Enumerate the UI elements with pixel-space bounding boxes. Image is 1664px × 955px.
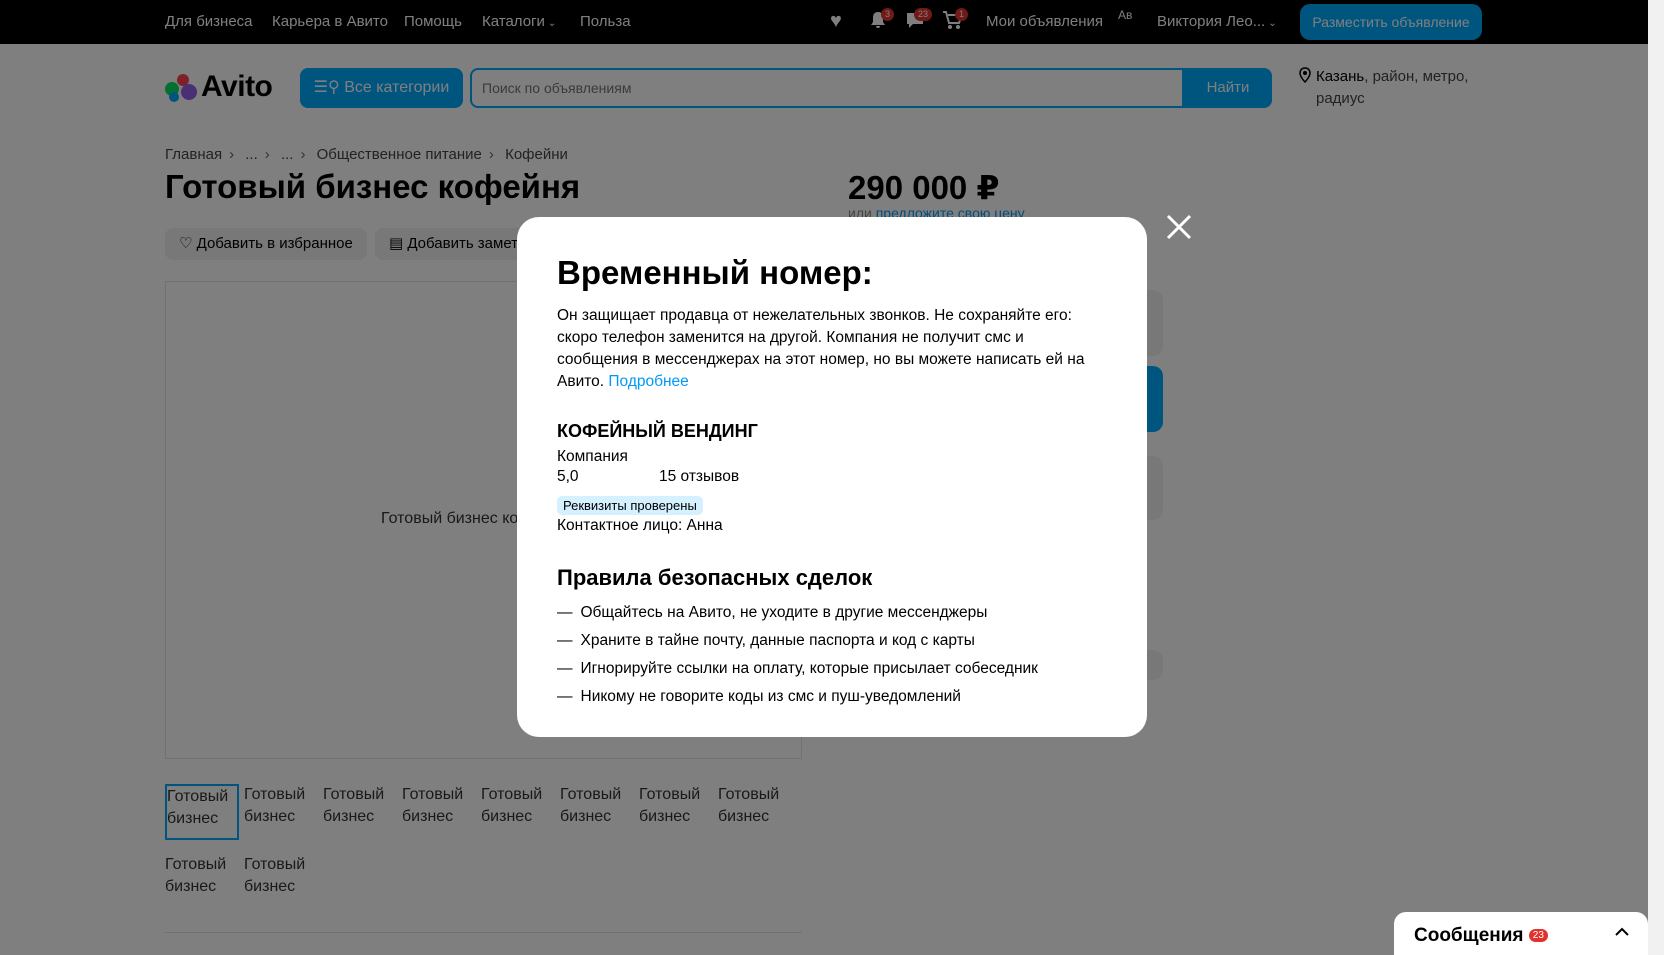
dash-icon: — <box>557 660 573 677</box>
chevron-up-icon[interactable] <box>1614 924 1630 942</box>
messages-widget-label: Сообщения <box>1414 925 1524 946</box>
contact-person: Контактное лицо: Анна <box>557 517 723 534</box>
dialog-description: Он защищает продавца от нежелательных зв… <box>557 305 1107 393</box>
dash-icon: — <box>557 632 573 649</box>
list-item: — Общайтесь на Авито, не уходите в другие… <box>557 599 1107 627</box>
dash-icon: — <box>557 604 573 621</box>
more-info-link[interactable]: Подробнее <box>608 373 688 390</box>
dash-icon: — <box>557 688 573 705</box>
messages-widget[interactable]: Сообщения 23 <box>1394 912 1648 955</box>
rule-text: Игнорируйте ссылки на оплату, которые пр… <box>580 660 1038 677</box>
list-item: — Игнорируйте ссылки на оплату, которые п… <box>557 655 1107 683</box>
list-item: — Никому не говорите коды из смс и пуш-ув… <box>557 683 1107 711</box>
rule-text: Никому не говорите коды из смс и пуш-уве… <box>580 688 961 705</box>
rule-text: Храните в тайне почту, данные паспорта и… <box>580 632 975 649</box>
seller-name[interactable]: КОФЕЙНЫЙ ВЕНДИНГ <box>557 421 1107 442</box>
list-item: — Храните в тайне почту, данные паспорта … <box>557 627 1107 655</box>
seller-type: Компания <box>557 448 628 465</box>
temporary-number-dialog: Временный номер: Он защищает продавца от… <box>517 217 1147 737</box>
dialog-title: Временный номер: <box>557 254 873 291</box>
scrollbar[interactable] <box>1648 0 1664 955</box>
rule-text: Общайтесь на Авито, не уходите в другие … <box>580 604 988 621</box>
verified-badge: Реквизиты проверены <box>557 496 703 515</box>
rating-value: 5,0 <box>557 468 579 485</box>
reviews-link[interactable]: 15 отзывов <box>659 468 739 486</box>
close-icon[interactable] <box>1163 212 1195 244</box>
messages-widget-badge: 23 <box>1528 929 1548 943</box>
seller-rating: 5,0 15 отзывов <box>557 468 1107 490</box>
safety-rules-list: — Общайтесь на Авито, не уходите в другие… <box>557 599 1107 711</box>
safety-rules-title: Правила безопасных сделок <box>557 565 873 590</box>
